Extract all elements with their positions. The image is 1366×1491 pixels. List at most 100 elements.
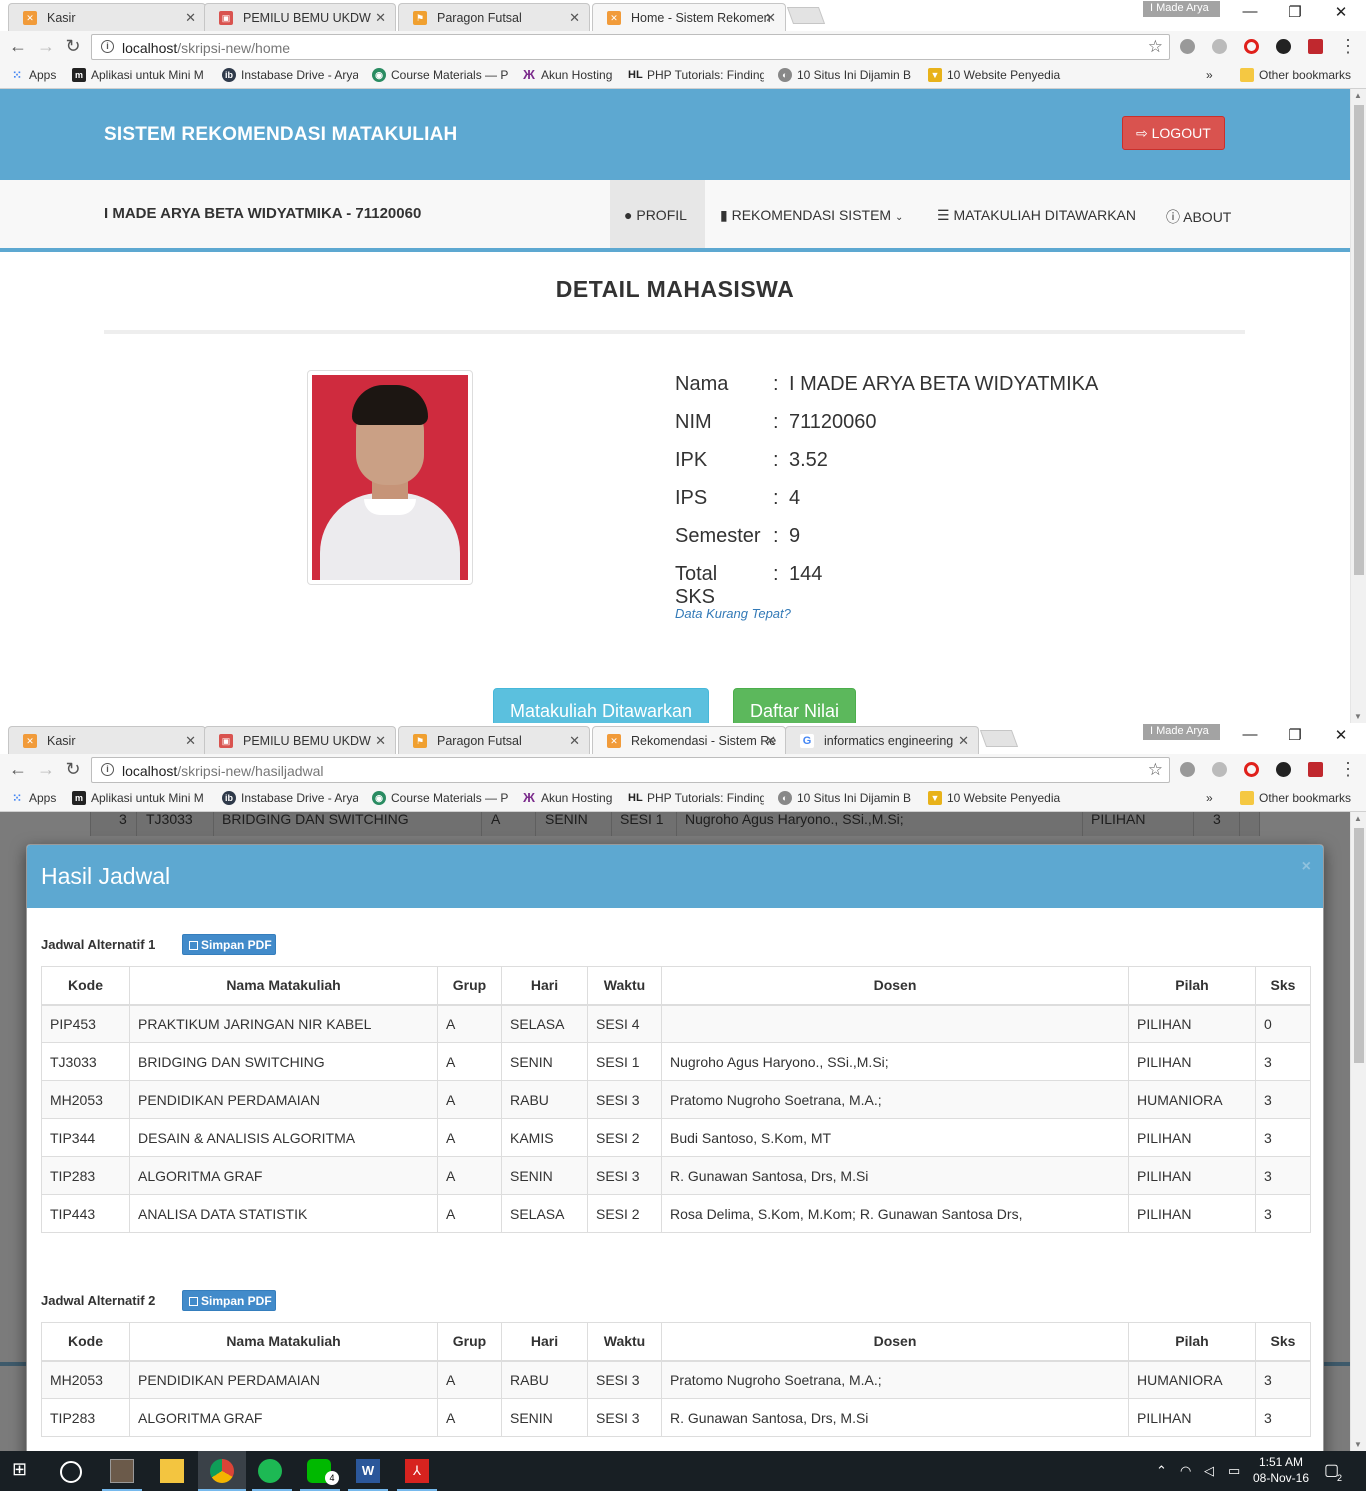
- back-icon[interactable]: ←: [8, 759, 28, 780]
- address-bar[interactable]: i localhost/skripsi-new/hasiljadwal ☆: [91, 757, 1170, 783]
- menu-icon[interactable]: ⋮: [1338, 759, 1358, 780]
- alt2-simpan-pdf-button[interactable]: Simpan PDF: [182, 1290, 276, 1311]
- spotify-icon[interactable]: [258, 1459, 282, 1483]
- scroll-up-icon[interactable]: ▲: [1354, 814, 1362, 823]
- bookmark-course[interactable]: ◉ Course Materials — P: [372, 68, 508, 82]
- logout-button[interactable]: ⇨ LOGOUT: [1122, 116, 1225, 150]
- scroll-down-icon[interactable]: ▼: [1354, 712, 1362, 721]
- bookmark-star-icon[interactable]: ☆: [1148, 37, 1163, 57]
- camera-icon[interactable]: [1276, 762, 1291, 777]
- word-icon[interactable]: W: [356, 1459, 380, 1483]
- close-icon[interactable]: ✕: [765, 733, 776, 749]
- close-icon[interactable]: ✕: [569, 733, 580, 749]
- scroll-down-icon[interactable]: ▼: [1354, 1440, 1362, 1449]
- back-icon[interactable]: ←: [8, 36, 28, 57]
- volume-icon[interactable]: ◁: [1204, 1463, 1214, 1479]
- bookmarks-overflow[interactable]: »: [1206, 791, 1213, 805]
- close-icon[interactable]: ✕: [958, 733, 969, 749]
- other-bookmarks[interactable]: Other bookmarks: [1240, 791, 1351, 805]
- bookmark-apps[interactable]: ⁙ Apps: [10, 791, 70, 805]
- mega-icon[interactable]: [1308, 39, 1323, 54]
- bookmarks-overflow[interactable]: »: [1206, 68, 1213, 82]
- data-kurang-link[interactable]: Data Kurang Tepat?: [675, 606, 791, 621]
- scroll-up-icon[interactable]: ▲: [1354, 91, 1362, 100]
- tab-rekomendasi[interactable]: ✕ Rekomendasi - Sistem Re ✕: [592, 726, 786, 754]
- page-scrollbar[interactable]: ▲ ▼: [1350, 89, 1366, 723]
- new-tab-button[interactable]: [979, 730, 1019, 747]
- tab-kasir[interactable]: ✕ Kasir ✕: [8, 3, 206, 31]
- opera-icon[interactable]: [1244, 762, 1259, 777]
- globe-icon[interactable]: [1212, 762, 1227, 777]
- sublime-icon[interactable]: [110, 1459, 134, 1483]
- bookmark-aplikasi[interactable]: m Aplikasi untuk Mini M: [72, 68, 208, 82]
- bookmark-instabase[interactable]: ib Instabase Drive - Arya: [222, 791, 358, 805]
- nav-about[interactable]: ⓘ ABOUT: [1166, 180, 1231, 248]
- tab-home-sistem[interactable]: ✕ Home - Sistem Rekomen ✕: [592, 3, 786, 31]
- opera-icon[interactable]: [1244, 39, 1259, 54]
- menu-icon[interactable]: ⋮: [1338, 36, 1358, 57]
- scroll-thumb[interactable]: [1354, 828, 1364, 1063]
- windows-start-icon[interactable]: ⊞: [12, 1459, 36, 1483]
- bookmark-website[interactable]: ▼ 10 Website Penyedia: [928, 68, 1064, 82]
- nav-profil[interactable]: ● PROFIL: [610, 180, 705, 248]
- other-bookmarks[interactable]: Other bookmarks: [1240, 68, 1351, 82]
- acrobat-icon[interactable]: ⅄: [405, 1459, 429, 1483]
- page-scrollbar[interactable]: ▲ ▼: [1350, 812, 1366, 1451]
- cortana-icon[interactable]: [60, 1461, 82, 1483]
- globe-icon[interactable]: [1212, 39, 1227, 54]
- bookmark-hosting[interactable]: Ж Akun Hosting: [522, 68, 618, 82]
- restore-icon[interactable]: ❐: [1285, 726, 1305, 744]
- matakuliah-ditawarkan-button[interactable]: Matakuliah Ditawarkan: [493, 688, 709, 723]
- tab-kasir[interactable]: ✕ Kasir ✕: [8, 726, 206, 754]
- site-brand[interactable]: SISTEM REKOMENDASI MATAKULIAH: [104, 124, 457, 146]
- bookmark-situs[interactable]: ◐ 10 Situs Ini Dijamin B: [778, 791, 914, 805]
- new-tab-button[interactable]: [786, 7, 826, 24]
- close-icon[interactable]: ✕: [185, 10, 196, 26]
- close-icon[interactable]: ✕: [185, 733, 196, 749]
- bookmark-situs[interactable]: ◐ 10 Situs Ini Dijamin B: [778, 68, 914, 82]
- minimize-icon[interactable]: —: [1240, 3, 1260, 20]
- scroll-thumb[interactable]: [1354, 105, 1364, 575]
- bookmark-apps[interactable]: ⁙ Apps: [10, 68, 70, 82]
- forward-icon[interactable]: →: [36, 759, 56, 780]
- bookmark-website[interactable]: ▼ 10 Website Penyedia: [928, 791, 1064, 805]
- forward-icon[interactable]: →: [36, 36, 56, 57]
- modal-close-icon[interactable]: ×: [1302, 858, 1311, 876]
- file-explorer-icon[interactable]: [160, 1459, 184, 1483]
- bookmark-php[interactable]: HL PHP Tutorials: Finding: [628, 68, 764, 82]
- reload-icon[interactable]: ↻: [63, 36, 83, 57]
- close-icon[interactable]: ✕: [569, 10, 580, 26]
- alt1-simpan-pdf-button[interactable]: Simpan PDF: [182, 934, 276, 955]
- tab-pemilu[interactable]: ▣ PEMILU BEMU UKDW ✕: [204, 726, 396, 754]
- tab-paragon-futsal[interactable]: ⚑ Paragon Futsal ✕: [398, 726, 590, 754]
- address-bar[interactable]: i localhost/skripsi-new/home ☆: [91, 34, 1170, 60]
- camera-icon[interactable]: [1276, 39, 1291, 54]
- tab-google-search[interactable]: Ginformatics engineering ✕: [785, 726, 979, 754]
- mega-icon[interactable]: [1308, 762, 1323, 777]
- chrome-icon[interactable]: [210, 1459, 234, 1483]
- system-clock[interactable]: 1:51 AM 08-Nov-16: [1246, 1455, 1316, 1485]
- reload-icon[interactable]: ↻: [63, 759, 83, 780]
- close-icon[interactable]: ✕: [765, 10, 776, 26]
- bookmark-aplikasi[interactable]: m Aplikasi untuk Mini M: [72, 791, 208, 805]
- tab-paragon-futsal[interactable]: ⚑ Paragon Futsal ✕: [398, 3, 590, 31]
- info-icon[interactable]: i: [101, 40, 114, 53]
- nav-rekomendasi[interactable]: ▮ REKOMENDASI SISTEM ⌄: [720, 180, 903, 248]
- bookmark-php[interactable]: HL PHP Tutorials: Finding: [628, 791, 764, 805]
- close-icon[interactable]: ✕: [375, 10, 386, 26]
- bookmark-course[interactable]: ◉ Course Materials — P: [372, 791, 508, 805]
- close-window-icon[interactable]: ✕: [1331, 726, 1351, 744]
- battery-icon[interactable]: ▭: [1228, 1463, 1240, 1479]
- bookmark-hosting[interactable]: Ж Akun Hosting: [522, 791, 618, 805]
- profile-badge[interactable]: I Made Arya: [1143, 724, 1220, 740]
- profile-badge[interactable]: I Made Arya: [1143, 1, 1220, 17]
- extension-icon[interactable]: [1180, 762, 1195, 777]
- tab-pemilu[interactable]: ▣ PEMILU BEMU UKDW ✕: [204, 3, 396, 31]
- close-window-icon[interactable]: ✕: [1331, 3, 1351, 21]
- wifi-icon[interactable]: ◠: [1180, 1463, 1191, 1479]
- extension-icon[interactable]: [1180, 39, 1195, 54]
- nav-matakuliah[interactable]: ☰ MATAKULIAH DITAWARKAN: [937, 180, 1136, 248]
- tray-chevron-icon[interactable]: ⌃: [1156, 1463, 1167, 1479]
- bookmark-instabase[interactable]: ib Instabase Drive - Arya: [222, 68, 358, 82]
- bookmark-star-icon[interactable]: ☆: [1148, 760, 1163, 780]
